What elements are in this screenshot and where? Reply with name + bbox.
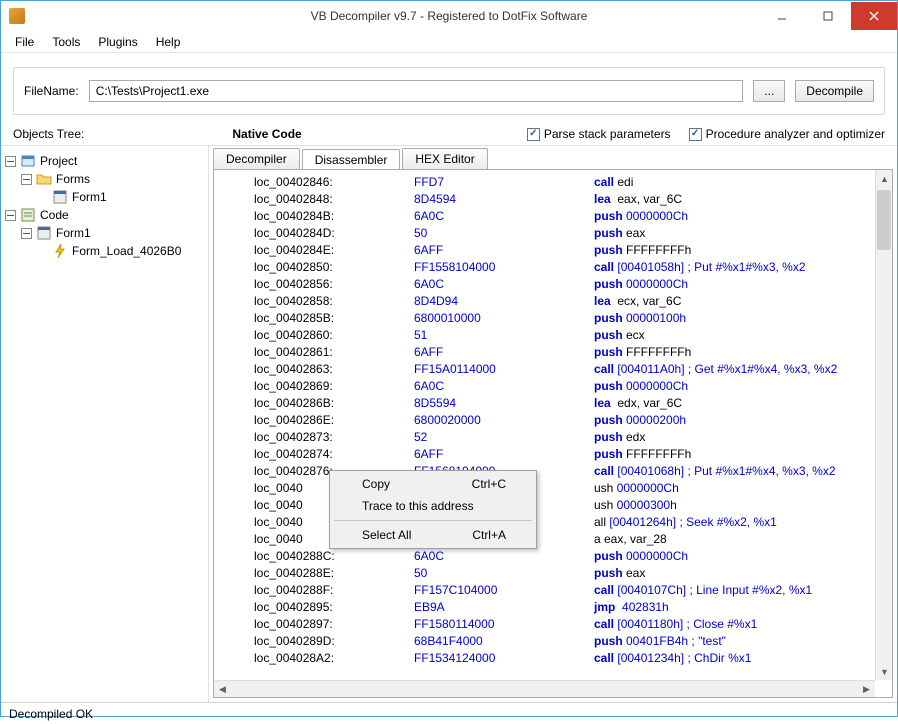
menu-plugins[interactable]: Plugins [90, 33, 145, 51]
scroll-up-icon[interactable]: ▲ [876, 170, 893, 187]
code-line[interactable]: loc_0040286B: 8D5594 lea edx, var_6C [254, 395, 852, 412]
objects-tree-label: Objects Tree: [13, 127, 84, 141]
scroll-thumb[interactable] [877, 190, 891, 250]
context-selall-shortcut: Ctrl+A [472, 528, 506, 542]
scroll-down-icon[interactable]: ▼ [876, 663, 893, 680]
tree-node-code[interactable]: Code [5, 206, 204, 224]
code-line[interactable]: loc_0040285B: 6800010000 push 00000100h [254, 310, 852, 327]
code-line[interactable]: loc_0040289D: 68B41F4000 push 00401FB4h … [254, 633, 852, 650]
code-line[interactable]: loc_004028A2: FF1534124000 call [0040123… [254, 650, 852, 667]
code-line[interactable]: loc_0040288E: 50 push eax [254, 565, 852, 582]
checkbox-icon [527, 128, 540, 141]
code-line[interactable]: loc_00402858: 8D4D94 lea ecx, var_6C [254, 293, 852, 310]
menu-tools[interactable]: Tools [44, 33, 88, 51]
statusbar: Decompiled OK [1, 702, 897, 724]
code-line[interactable]: loc_0040284D: 50 push eax [254, 225, 852, 242]
options-row: Objects Tree: Native Code Parse stack pa… [1, 125, 897, 145]
bolt-icon [52, 243, 68, 259]
checkbox-icon [689, 128, 702, 141]
tree-node-form1[interactable]: Form1 [5, 188, 204, 206]
module-icon [20, 207, 36, 223]
context-select-all[interactable]: Select All Ctrl+A [332, 524, 534, 546]
folder-icon [36, 171, 52, 187]
context-trace-label: Trace to this address [362, 499, 474, 513]
titlebar: VB Decompiler v9.7 - Registered to DotFi… [1, 1, 897, 31]
browse-button[interactable]: ... [753, 80, 785, 102]
status-text: Decompiled OK [9, 707, 93, 721]
context-trace[interactable]: Trace to this address [332, 495, 534, 517]
filename-input[interactable] [89, 80, 744, 102]
code-line[interactable]: loc_00402856: 6A0C push 0000000Ch [254, 276, 852, 293]
toolbar: FileName: ... Decompile [1, 53, 897, 125]
disassembly-view[interactable]: loc_00402846: FFD7 call ediloc_00402848:… [213, 169, 893, 698]
code-line[interactable]: loc_00402848: 8D4594 lea eax, var_6C [254, 191, 852, 208]
tabs: Decompiler Disassembler HEX Editor [209, 146, 897, 169]
code-line[interactable]: loc_0040284B: 6A0C push 0000000Ch [254, 208, 852, 225]
code-line[interactable]: loc_0040288F: FF157C104000 call [0040107… [254, 582, 852, 599]
code-line[interactable]: loc_0040286E: 6800020000 push 00000200h [254, 412, 852, 429]
expand-icon[interactable] [5, 210, 16, 221]
code-line[interactable]: loc_00402861: 6AFF push FFFFFFFFh [254, 344, 852, 361]
tree-label: Form1 [56, 226, 91, 240]
expand-icon[interactable] [21, 228, 32, 239]
expand-icon[interactable] [21, 174, 32, 185]
decompile-button[interactable]: Decompile [795, 80, 874, 102]
scroll-right-icon[interactable]: ▶ [858, 681, 875, 698]
parse-stack-checkbox[interactable]: Parse stack parameters [527, 127, 671, 141]
form-icon [52, 189, 68, 205]
tree-node-project[interactable]: Project [5, 152, 204, 170]
tree-label: Form_Load_4026B0 [72, 244, 181, 258]
code-line[interactable]: loc_00402895: EB9A jmp 402831h [254, 599, 852, 616]
tree-node-forms[interactable]: Forms [5, 170, 204, 188]
objects-tree[interactable]: Project Forms Form1 Code Form1 Form_Load… [1, 146, 209, 702]
proc-analyzer-checkbox[interactable]: Procedure analyzer and optimizer [689, 127, 885, 141]
menu-help[interactable]: Help [148, 33, 189, 51]
scroll-left-icon[interactable]: ◀ [214, 681, 231, 698]
proc-analyzer-label: Procedure analyzer and optimizer [706, 127, 885, 141]
code-line[interactable]: loc_00402846: FFD7 call edi [254, 174, 852, 191]
main-area: Project Forms Form1 Code Form1 Form_Load… [1, 145, 897, 702]
tab-hex[interactable]: HEX Editor [402, 148, 487, 169]
context-separator [334, 520, 532, 521]
filename-label: FileName: [24, 84, 79, 98]
parse-stack-label: Parse stack parameters [544, 127, 671, 141]
code-line[interactable]: loc_00402897: FF1580114000 call [0040118… [254, 616, 852, 633]
form-icon [36, 225, 52, 241]
native-code-label: Native Code [232, 127, 301, 141]
tree-label: Forms [56, 172, 90, 186]
code-line[interactable]: loc_00402874: 6AFF push FFFFFFFFh [254, 446, 852, 463]
tree-node-formload[interactable]: Form_Load_4026B0 [5, 242, 204, 260]
tree-label: Code [40, 208, 69, 222]
code-line[interactable]: loc_00402873: 52 push edx [254, 429, 852, 446]
scrollbar-vertical[interactable]: ▲ ▼ [875, 170, 892, 680]
menu-file[interactable]: File [7, 33, 42, 51]
tree-label: Project [40, 154, 77, 168]
tree-label: Form1 [72, 190, 107, 204]
tab-decompiler[interactable]: Decompiler [213, 148, 300, 169]
window-title: VB Decompiler v9.7 - Registered to DotFi… [1, 9, 897, 23]
context-copy-label: Copy [362, 477, 390, 491]
code-line[interactable]: loc_00402860: 51 push ecx [254, 327, 852, 344]
context-selall-label: Select All [362, 528, 411, 542]
code-panel: Decompiler Disassembler HEX Editor loc_0… [209, 146, 897, 702]
context-copy-shortcut: Ctrl+C [472, 477, 506, 491]
context-menu: Copy Ctrl+C Trace to this address Select… [329, 470, 537, 549]
project-icon [20, 153, 36, 169]
scrollbar-horizontal[interactable]: ◀ ▶ [214, 680, 875, 697]
tree-node-form1-code[interactable]: Form1 [5, 224, 204, 242]
menubar: File Tools Plugins Help [1, 31, 897, 53]
code-line[interactable]: loc_00402850: FF1558104000 call [0040105… [254, 259, 852, 276]
code-line[interactable]: loc_0040284E: 6AFF push FFFFFFFFh [254, 242, 852, 259]
context-copy[interactable]: Copy Ctrl+C [332, 473, 534, 495]
tab-disassembler[interactable]: Disassembler [302, 149, 401, 170]
code-line[interactable]: loc_0040288C: 6A0C push 0000000Ch [254, 548, 852, 565]
code-line[interactable]: loc_00402863: FF15A0114000 call [004011A… [254, 361, 852, 378]
expand-icon[interactable] [5, 156, 16, 167]
code-line[interactable]: loc_00402869: 6A0C push 0000000Ch [254, 378, 852, 395]
